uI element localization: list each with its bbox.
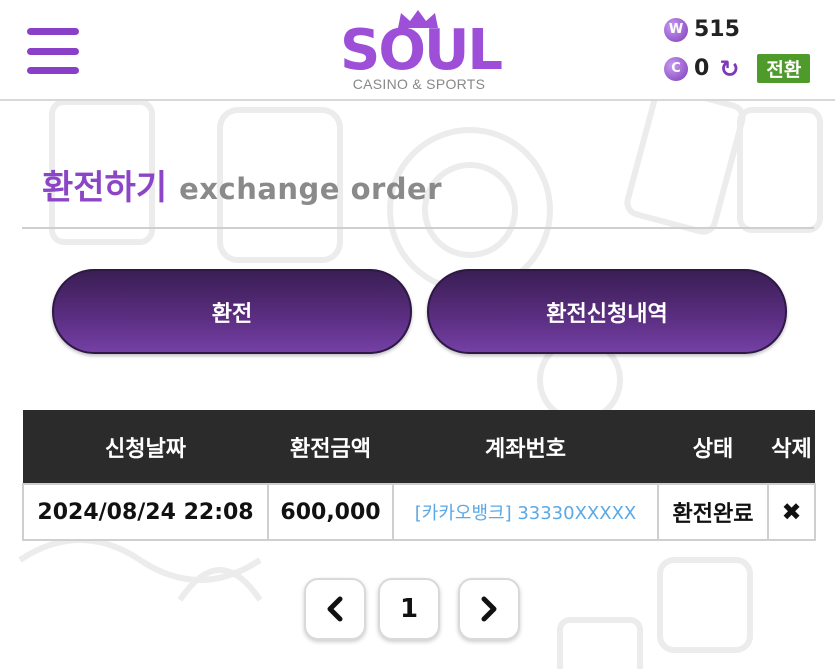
table-row: 2024/08/24 22:08 600,000 [카카오뱅크] 33330XX… xyxy=(22,483,816,541)
chevron-left-icon xyxy=(327,596,343,622)
c-balance: C 0 ↻ 전환 xyxy=(664,54,811,83)
page-title-english: exchange order xyxy=(179,172,443,206)
chevron-right-icon xyxy=(481,596,497,622)
title-divider xyxy=(22,227,814,229)
menu-icon[interactable] xyxy=(27,28,79,74)
convert-button[interactable]: 전환 xyxy=(757,54,811,83)
column-header-delete: 삭제 xyxy=(768,410,815,484)
page-title-korean: 환전하기 xyxy=(42,168,168,208)
delete-icon[interactable]: ✖ xyxy=(767,483,816,541)
w-balance-amount: 515 xyxy=(694,17,740,42)
column-header-date: 신청날짜 xyxy=(23,410,268,484)
c-coin-icon: C xyxy=(664,56,688,81)
logo-wordmark: SOUL xyxy=(340,18,503,83)
table-header-row: 신청날짜 환전금액 계좌번호 상태 삭제 xyxy=(23,410,815,484)
exchange-history-table: 신청날짜 환전금액 계좌번호 상태 삭제 2024/08/24 22:08 60… xyxy=(22,410,816,541)
next-page-button[interactable] xyxy=(458,578,520,640)
row-date: 2024/08/24 22:08 xyxy=(22,483,269,541)
column-header-status: 상태 xyxy=(658,410,768,484)
refresh-icon[interactable]: ↻ xyxy=(719,55,739,83)
brand-logo[interactable]: SOUL CASINO & SPORTS xyxy=(340,6,503,96)
w-balance: W 515 xyxy=(664,17,740,42)
row-status: 환전완료 xyxy=(657,483,769,541)
tab-exchange-history[interactable]: 환전신청내역 xyxy=(427,269,787,354)
column-header-account: 계좌번호 xyxy=(393,410,658,484)
row-amount: 600,000 xyxy=(267,483,394,541)
column-header-amount: 환전금액 xyxy=(268,410,393,484)
top-header: SOUL CASINO & SPORTS W 515 C 0 ↻ 전환 xyxy=(0,0,835,101)
row-account: [카카오뱅크] 33330XXXXX xyxy=(392,483,659,541)
prev-page-button[interactable] xyxy=(304,578,366,640)
w-coin-icon: W xyxy=(664,17,688,42)
logo-subtitle: CASINO & SPORTS xyxy=(352,76,486,92)
page-title: 환전하기 exchange order xyxy=(42,160,442,209)
page-number-button[interactable]: 1 xyxy=(378,578,440,640)
c-balance-amount: 0 xyxy=(694,56,710,81)
tab-exchange[interactable]: 환전 xyxy=(52,269,412,354)
